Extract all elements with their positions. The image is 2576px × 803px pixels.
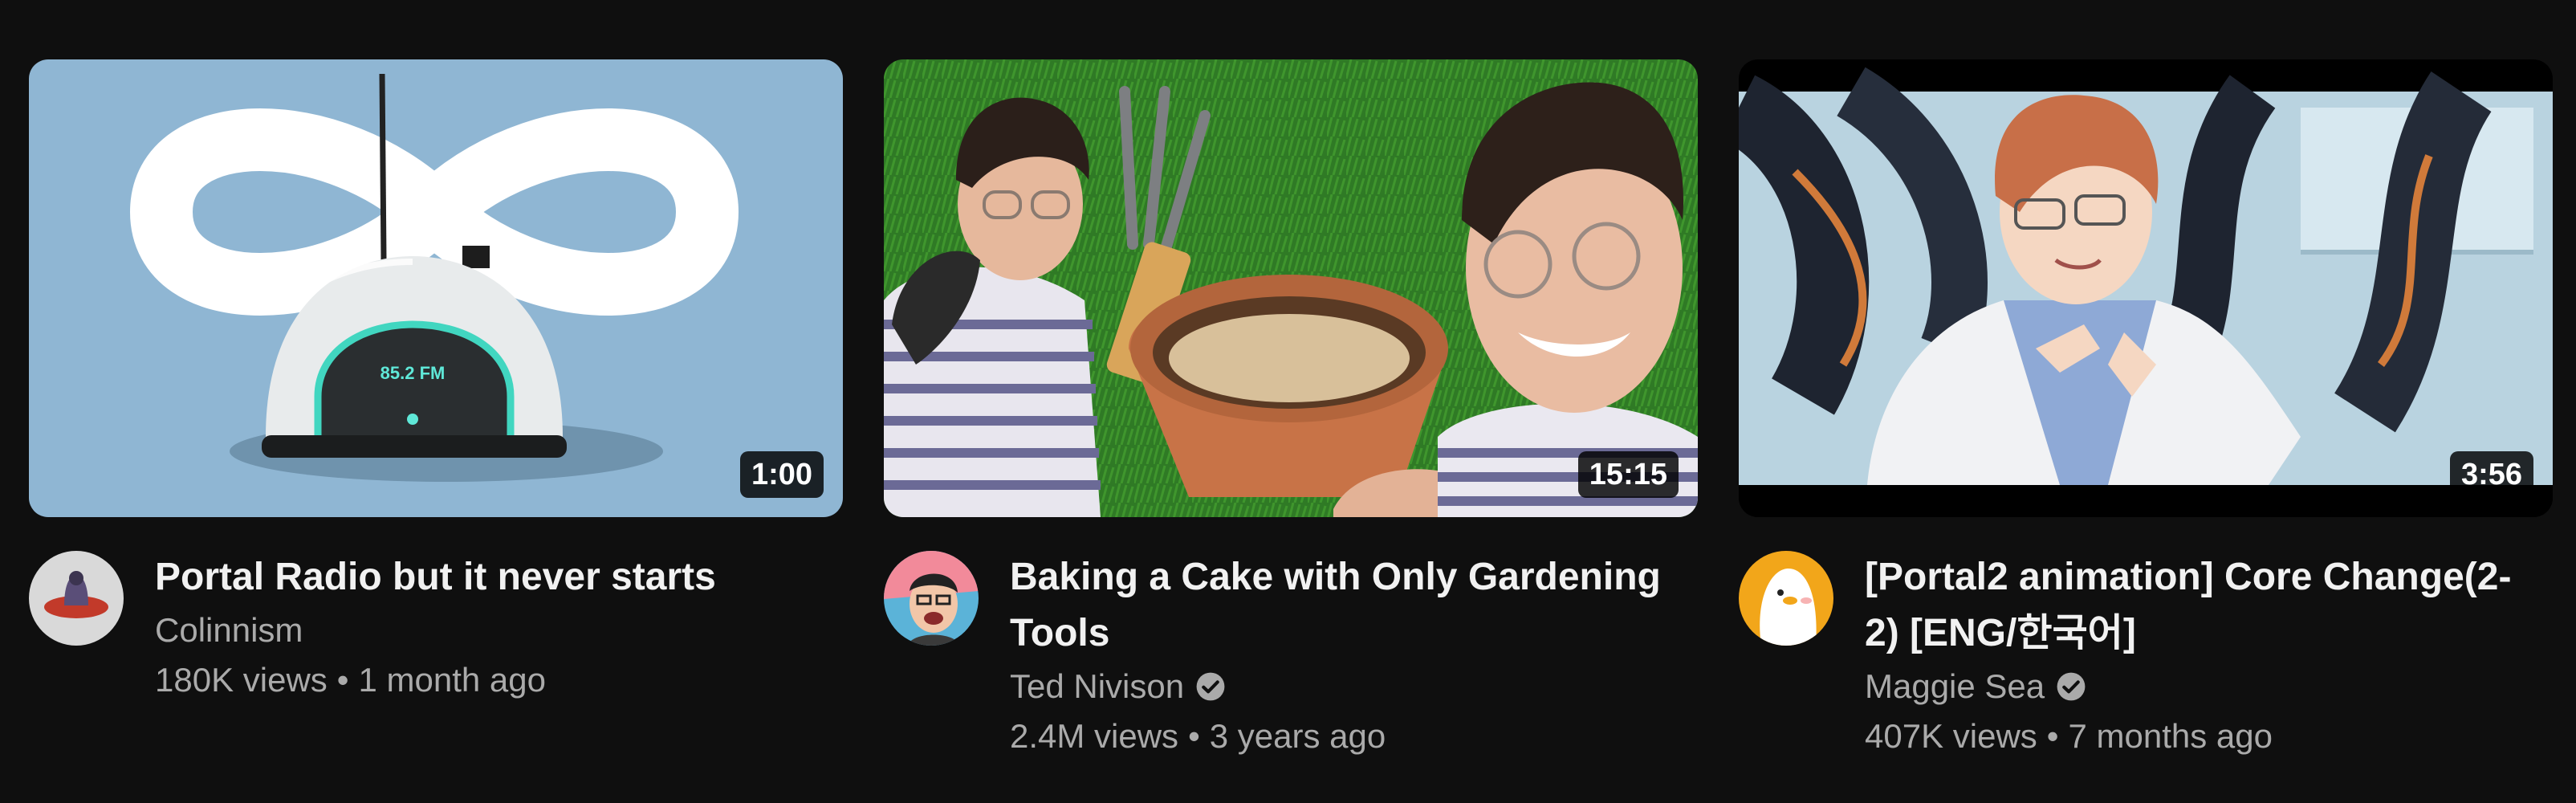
- video-thumbnail[interactable]: 3:56: [1739, 59, 2553, 517]
- channel-name-row: Maggie Sea: [1865, 662, 2521, 711]
- video-info: Portal Radio but it never starts Colinni…: [155, 551, 811, 705]
- channel-avatar[interactable]: [1739, 551, 1833, 646]
- channel-name[interactable]: Colinnism: [155, 605, 303, 655]
- separator-dot: •: [1188, 717, 1200, 755]
- video-card[interactable]: 3:56 [Portal2 animation] Core Change(2-2…: [1739, 59, 2553, 792]
- view-count: 407K views: [1865, 717, 2037, 755]
- video-card[interactable]: 85.2 FM 1:00 Portal Radio but it never s…: [29, 59, 843, 792]
- separator-dot: •: [2046, 717, 2059, 755]
- duration-badge: 3:56: [2449, 451, 2533, 498]
- channel-name[interactable]: Ted Nivison: [1010, 662, 1184, 711]
- channel-name[interactable]: Maggie Sea: [1865, 662, 2045, 711]
- video-stats: 2.4M views • 3 years ago: [1010, 711, 1666, 761]
- video-card[interactable]: 15:15 Baking a Cake with Only Gardening …: [884, 59, 1698, 792]
- video-grid: 85.2 FM 1:00 Portal Radio but it never s…: [0, 0, 2576, 803]
- video-thumbnail[interactable]: 15:15: [884, 59, 1698, 517]
- channel-avatar[interactable]: [884, 551, 979, 646]
- upload-age: 1 month ago: [358, 661, 547, 699]
- thumbnail-gardening-cake: [884, 59, 1698, 517]
- channel-name-row: Ted Nivison: [1010, 662, 1666, 711]
- avatar-image: [884, 551, 979, 646]
- duration-badge: 15:15: [1577, 451, 1679, 498]
- thumbnail-portal-radio: 85.2 FM: [29, 59, 843, 517]
- video-info: [Portal2 animation] Core Change(2-2) [EN…: [1865, 551, 2521, 761]
- channel-avatar[interactable]: [29, 551, 124, 646]
- separator-dot: •: [336, 661, 349, 699]
- video-title[interactable]: [Portal2 animation] Core Change(2-2) [EN…: [1865, 549, 2521, 662]
- channel-name-row: Colinnism: [155, 605, 811, 655]
- video-meta: [Portal2 animation] Core Change(2-2) [EN…: [1739, 551, 2553, 792]
- upload-age: 7 months ago: [2068, 717, 2273, 755]
- upload-age: 3 years ago: [1209, 717, 1386, 755]
- avatar-image: [1739, 551, 1833, 646]
- radio-display-text: 85.2 FM: [380, 363, 446, 383]
- video-info: Baking a Cake with Only Gardening Tools …: [1010, 551, 1666, 761]
- video-stats: 407K views • 7 months ago: [1865, 711, 2521, 761]
- avatar-image: [29, 551, 124, 646]
- video-meta: Portal Radio but it never starts Colinni…: [29, 551, 843, 792]
- video-stats: 180K views • 1 month ago: [155, 655, 811, 705]
- video-thumbnail[interactable]: 85.2 FM 1:00: [29, 59, 843, 517]
- verified-check-icon: [2057, 672, 2086, 701]
- video-title[interactable]: Baking a Cake with Only Gardening Tools: [1010, 549, 1666, 662]
- verified-check-icon: [1196, 672, 1225, 701]
- thumbnail-portal2-animation: [1739, 59, 2553, 517]
- video-meta: Baking a Cake with Only Gardening Tools …: [884, 551, 1698, 792]
- duration-badge: 1:00: [739, 451, 824, 498]
- view-count: 180K views: [155, 661, 328, 699]
- view-count: 2.4M views: [1010, 717, 1179, 755]
- video-title[interactable]: Portal Radio but it never starts: [155, 549, 811, 605]
